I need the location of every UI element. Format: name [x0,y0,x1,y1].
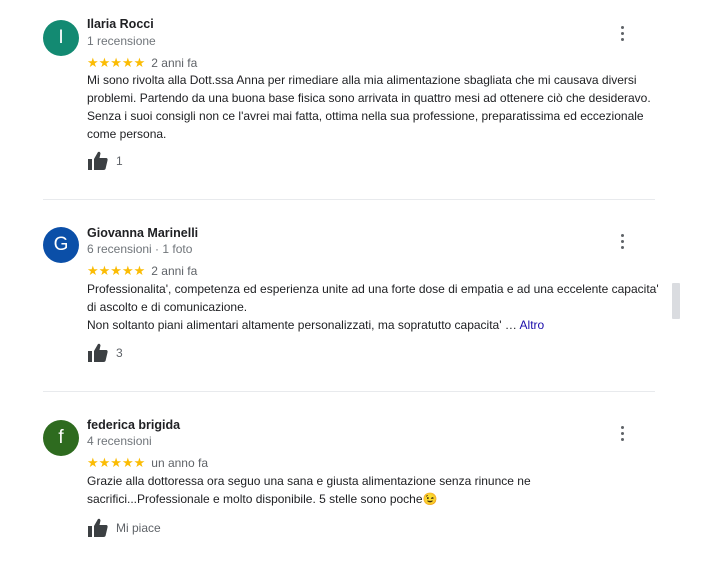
divider [43,391,655,392]
more-options-icon[interactable] [612,231,632,251]
review-text: Grazie alla dottoressa ora seguo una san… [87,474,531,506]
like-button[interactable]: 3 [87,343,123,363]
avatar[interactable]: I [43,20,79,56]
avatar[interactable]: f [43,420,79,456]
review-text: Mi sono rivolta alla Dott.ssa Anna per r… [87,73,651,141]
review-text-line: Non soltanto piani alimentari altamente … [87,318,545,332]
thumbs-up-icon [88,343,108,362]
avatar[interactable]: G [43,227,79,263]
thumbs-up-icon [88,518,108,537]
like-label: Mi piace [116,521,161,535]
review-text-line: Professionalita', competenza ed esperien… [87,282,659,314]
reviewer-meta[interactable]: 6 recensioni · 1 foto [87,242,192,256]
reviewer-name[interactable]: Ilaria Rocci [87,17,154,31]
like-button[interactable]: Mi piace [87,518,161,538]
reviewer-name[interactable]: Giovanna Marinelli [87,226,198,240]
like-count: 1 [116,154,123,168]
review-time: 2 anni fa [151,56,198,70]
review-time: un anno fa [151,456,208,470]
review-text: Professionalita', competenza ed esperien… [87,280,662,334]
star-rating-icon: ★★★★★ [87,55,146,70]
more-link[interactable]: Altro [520,318,545,332]
scrollbar-thumb[interactable] [672,283,680,319]
like-count: 3 [116,346,123,360]
like-button[interactable]: 1 [87,151,123,171]
rating-row: ★★★★★ 2 anni fa [87,55,197,71]
divider [43,199,655,200]
star-rating-icon: ★★★★★ [87,263,146,278]
rating-row: ★★★★★ un anno fa [87,455,208,471]
more-options-icon[interactable] [612,423,632,443]
reviewer-meta[interactable]: 1 recensione [87,34,156,48]
star-rating-icon: ★★★★★ [87,455,146,470]
rating-row: ★★★★★ 2 anni fa [87,263,197,279]
review-time: 2 anni fa [151,264,198,278]
more-options-icon[interactable] [612,23,632,43]
reviewer-meta[interactable]: 4 recensioni [87,434,152,448]
reviewer-name[interactable]: federica brigida [87,418,180,432]
thumbs-up-icon [88,151,108,170]
